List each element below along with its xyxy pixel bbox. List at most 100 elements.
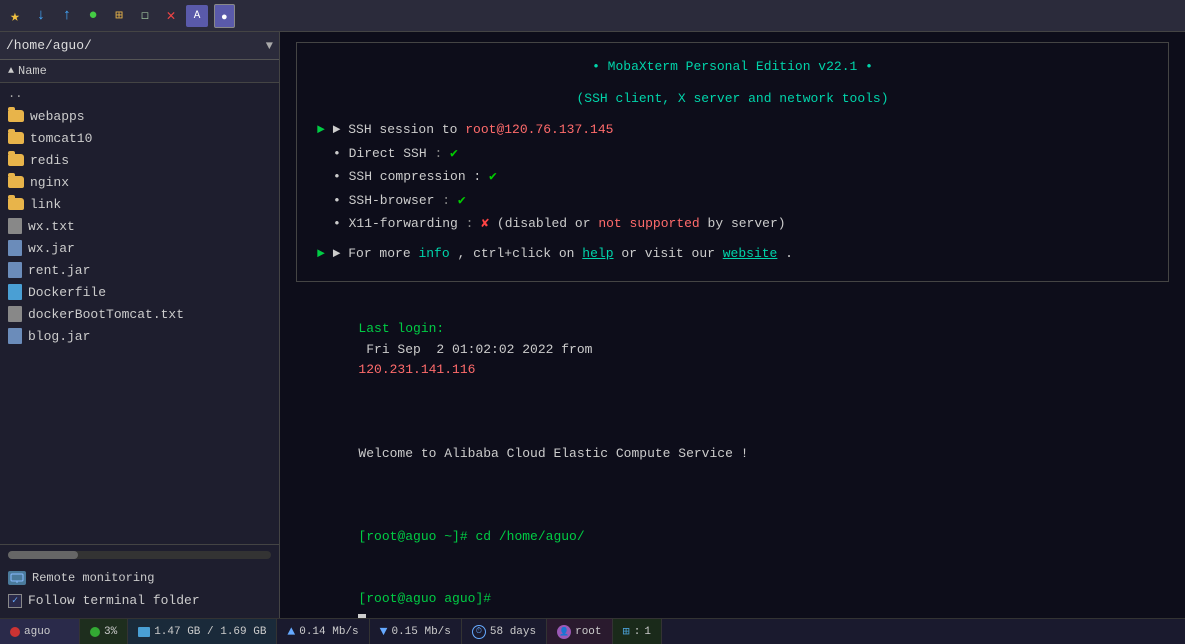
sidebar-bottom: Remote monitoring ✓ Follow terminal fold…	[0, 544, 279, 618]
direct-ssh-label: • Direct SSH	[333, 146, 427, 161]
folder-icon	[8, 110, 24, 122]
status-aguo[interactable]: aguo	[0, 619, 80, 644]
file-name: redis	[30, 153, 69, 168]
status-session: ⊞ : 1	[613, 619, 662, 644]
checkbox-check: ✓	[12, 595, 18, 607]
more-info-website[interactable]: website	[723, 246, 778, 261]
last-login-ip: 120.231.141.116	[358, 362, 475, 377]
list-item[interactable]: nginx	[0, 171, 279, 193]
welcome-box: • MobaXterm Personal Edition v22.1 • (SS…	[296, 42, 1169, 282]
more-info-prefix: ► For more	[333, 246, 419, 261]
status-net-down: ▼ 0.15 Mb/s	[370, 619, 462, 644]
sidebar-header: ▲ Name	[0, 60, 279, 83]
toolbar-icon-4[interactable]: ●	[82, 5, 104, 27]
ssh-session-label: ► SSH session to	[333, 122, 466, 137]
list-item[interactable]: ..	[0, 83, 279, 105]
folder-icon	[8, 198, 24, 210]
welcome-title: • MobaXterm Personal Edition v22.1 •	[317, 57, 1148, 77]
toolbar-icon-7[interactable]: ✕	[160, 5, 182, 27]
x11-disabled-text: (disabled or	[497, 216, 598, 231]
list-item[interactable]: redis	[0, 149, 279, 171]
more-info-word: info	[418, 246, 449, 261]
active-tab[interactable]: ●	[214, 4, 235, 28]
remote-monitoring-icon	[8, 571, 26, 585]
status-memory: 1.47 GB / 1.69 GB	[128, 619, 277, 644]
ssh-session-line: ► ► SSH session to root@120.76.137.145	[317, 120, 1148, 140]
toolbar-icon-1[interactable]: ★	[4, 5, 26, 27]
file-name: wx.txt	[28, 219, 75, 234]
last-login-label: Last login:	[358, 321, 444, 336]
list-item[interactable]: wx.jar	[0, 237, 279, 259]
file-list: .. webapps tomcat10 redis nginx	[0, 83, 279, 544]
prompt1-text: [root@aguo ~]# cd /home/aguo/	[358, 529, 584, 544]
file-name: wx.jar	[28, 241, 75, 256]
list-item[interactable]: blog.jar	[0, 325, 279, 347]
follow-terminal-checkbox[interactable]: ✓	[8, 594, 22, 608]
x11-colon: :	[466, 216, 482, 231]
toolbar-icon-5[interactable]: ⊞	[108, 5, 130, 27]
direct-ssh-line: • Direct SSH : ✔	[317, 144, 1148, 164]
sidebar-path-dropdown[interactable]: ▼	[266, 39, 273, 53]
x11-line: • X11-forwarding : ✘ (disabled or not su…	[317, 214, 1148, 234]
remote-monitoring-item[interactable]: Remote monitoring	[8, 567, 271, 589]
scrollbar[interactable]	[8, 551, 271, 559]
list-item[interactable]: dockerBootTomcat.txt	[0, 303, 279, 325]
remote-monitoring-label: Remote monitoring	[32, 571, 154, 585]
list-item[interactable]: tomcat10	[0, 127, 279, 149]
terminal-content[interactable]: • MobaXterm Personal Edition v22.1 • (SS…	[280, 32, 1185, 618]
aguo-label: aguo	[24, 626, 50, 638]
prompt1-line: [root@aguo ~]# cd /home/aguo/	[296, 506, 1169, 568]
statusbar: aguo 3% 1.47 GB / 1.69 GB ▲ 0.14 Mb/s ▼ …	[0, 618, 1185, 644]
toolbar-icon-6[interactable]: ◻	[134, 5, 156, 27]
jar-icon	[8, 262, 22, 278]
net-down-label: 0.15 Mb/s	[391, 626, 450, 638]
session-icon: ⊞	[623, 624, 630, 639]
direct-ssh-check: ✔	[450, 146, 458, 161]
list-item[interactable]: link	[0, 193, 279, 215]
x11-cross: ✘	[481, 216, 489, 231]
follow-terminal-item[interactable]: ✓ Follow terminal folder	[8, 589, 271, 612]
sidebar-path-bar[interactable]: /home/aguo/ ▼	[0, 32, 279, 60]
file-name: link	[30, 197, 61, 212]
net-down-arrow: ▼	[380, 624, 388, 639]
txt-icon	[8, 218, 22, 234]
direct-ssh-colon: :	[434, 146, 450, 161]
cpu-dot	[90, 627, 100, 637]
status-uptime: ⏱ 58 days	[462, 619, 547, 644]
list-item[interactable]: rent.jar	[0, 259, 279, 281]
net-up-arrow: ▲	[287, 624, 295, 639]
toolbar-icon-8[interactable]: A	[186, 5, 208, 27]
prompt2-line: [root@aguo aguo]#	[296, 568, 1169, 618]
ssh-compression-check: ✔	[489, 169, 497, 184]
jar-icon	[8, 240, 22, 256]
toolbar-icon-2[interactable]: ↓	[30, 5, 52, 27]
ssh-browser-colon: :	[442, 193, 458, 208]
dotdot-icon: ..	[8, 87, 22, 101]
more-info-mid: , ctrl+click on	[457, 246, 582, 261]
list-item[interactable]: wx.txt	[0, 215, 279, 237]
file-name: dockerBootTomcat.txt	[28, 307, 184, 322]
scrollbar-thumb	[8, 551, 78, 559]
more-info-help[interactable]: help	[582, 246, 613, 261]
mem-icon	[138, 627, 150, 637]
aguo-dot	[10, 627, 20, 637]
ssh-browser-line: • SSH-browser : ✔	[317, 191, 1148, 211]
file-name: Dockerfile	[28, 285, 106, 300]
memory-label: 1.47 GB / 1.69 GB	[154, 626, 266, 638]
file-name: webapps	[30, 109, 85, 124]
toolbar-icon-3[interactable]: ↑	[56, 5, 78, 27]
welcome-cloud-line: Welcome to Alibaba Cloud Elastic Compute…	[296, 423, 1169, 485]
net-up-label: 0.14 Mb/s	[299, 626, 358, 638]
x11-not-supported: not supported	[598, 216, 699, 231]
blank-line-1	[296, 402, 1169, 423]
welcome-cloud-text: Welcome to Alibaba Cloud Elastic Compute…	[358, 446, 748, 461]
list-item[interactable]: Dockerfile	[0, 281, 279, 303]
list-item[interactable]: webapps	[0, 105, 279, 127]
ssh-compression-label: • SSH compression :	[333, 169, 481, 184]
more-info-or: or visit our	[621, 246, 722, 261]
sort-icon: ▲	[8, 66, 14, 77]
user-icon: 👤	[557, 625, 571, 639]
status-cpu: 3%	[80, 619, 128, 644]
uptime-label: 58 days	[490, 626, 536, 638]
file-name: blog.jar	[28, 329, 90, 344]
